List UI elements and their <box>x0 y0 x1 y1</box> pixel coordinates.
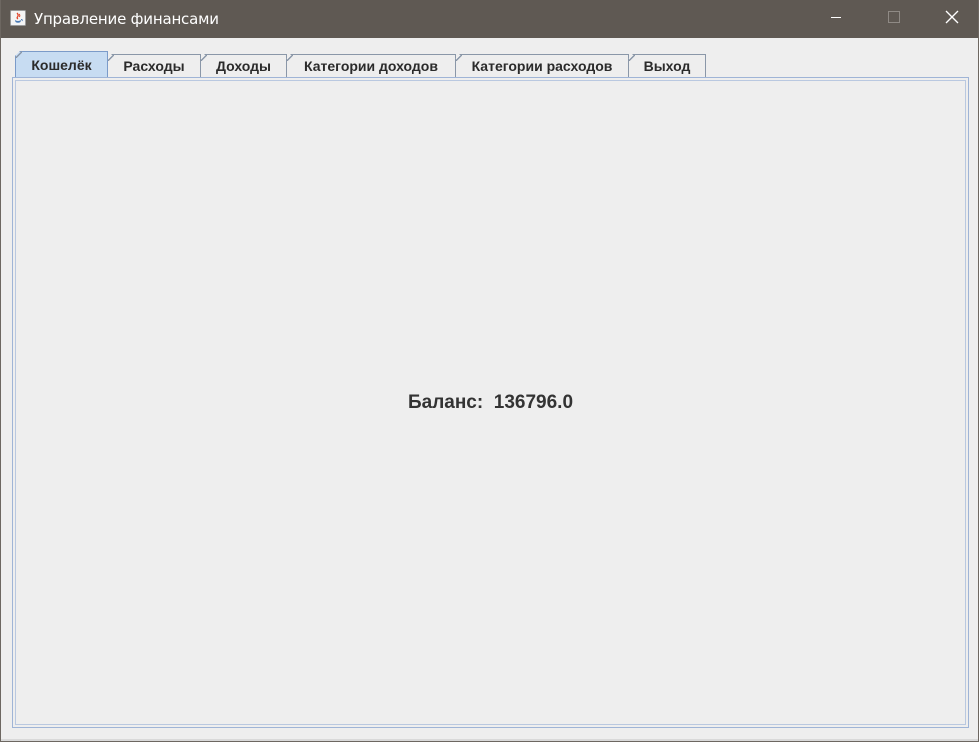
balance-label: Баланс: <box>407 392 484 413</box>
maximize-icon <box>888 10 900 28</box>
close-icon <box>945 10 959 29</box>
window-title: Управление финансами <box>34 10 219 28</box>
tab-expense-categories[interactable]: Категории расходов <box>455 54 629 77</box>
balance-value: 136796.0 <box>493 392 574 413</box>
tab-wallet[interactable]: Кошелёк <box>15 51 108 77</box>
tab-expenses[interactable]: Расходы <box>107 54 201 77</box>
wallet-panel: Баланс: 136796.0 <box>12 77 969 728</box>
app-window: Управление финансами Кошелёк Расходы Дох… <box>0 0 979 742</box>
minimize-icon <box>830 10 842 28</box>
balance-display: Баланс: 136796.0 <box>13 392 968 414</box>
tab-label: Категории доходов <box>304 58 438 74</box>
window-bottom-edge <box>1 739 978 741</box>
tab-label: Категории расходов <box>471 58 613 74</box>
balance-separator <box>483 392 494 413</box>
tab-label: Расходы <box>123 58 185 74</box>
title-bar[interactable]: Управление финансами <box>1 0 978 38</box>
minimize-button[interactable] <box>807 0 865 38</box>
tab-bar: Кошелёк Расходы Доходы Категории доходов… <box>15 51 706 77</box>
tab-label: Кошелёк <box>31 56 92 73</box>
tab-label: Доходы <box>216 58 271 74</box>
tab-income-categories[interactable]: Категории доходов <box>286 54 456 77</box>
maximize-button[interactable] <box>865 0 923 38</box>
tab-exit[interactable]: Выход <box>628 54 706 77</box>
java-icon[interactable] <box>10 10 26 26</box>
tab-label: Выход <box>643 58 691 74</box>
tab-income[interactable]: Доходы <box>200 54 287 77</box>
close-button[interactable] <box>923 0 978 38</box>
